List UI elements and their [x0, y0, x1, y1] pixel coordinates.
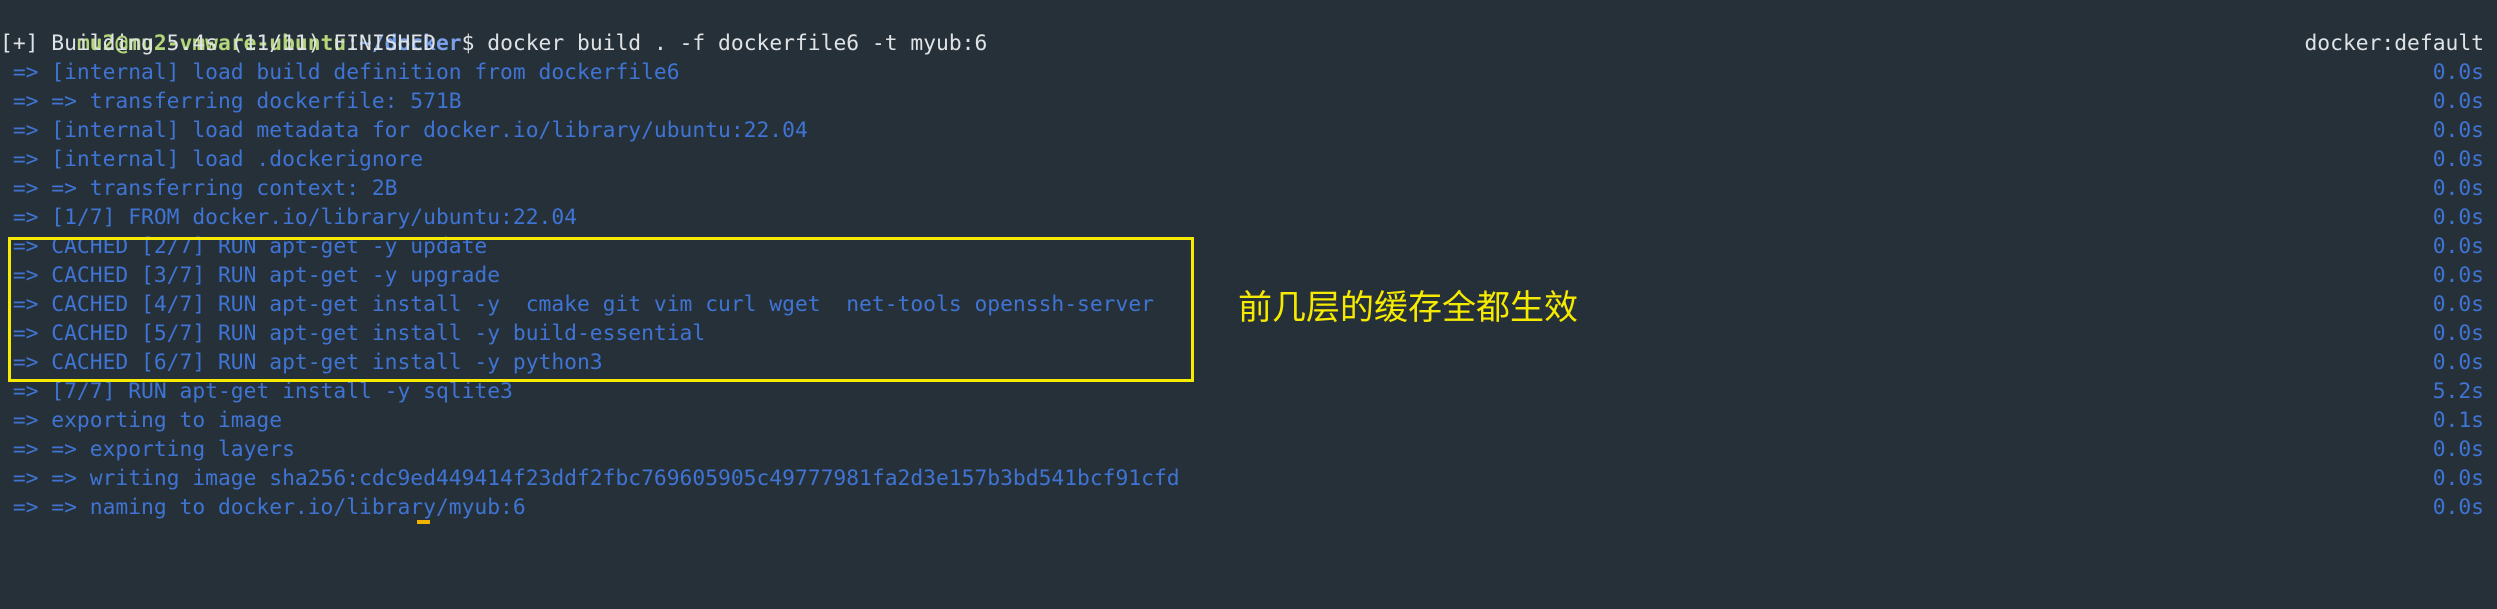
step-time: 0.0s [2432, 292, 2484, 317]
cached-step-line: => CACHED [6/7] RUN apt-get install -y p… [0, 348, 2484, 377]
cached-step-line: => CACHED [3/7] RUN apt-get -y upgrade 0… [0, 261, 2484, 290]
step-line: => => exporting layers 0.0s [0, 435, 2484, 464]
step-line: => [internal] load .dockerignore 0.0s [0, 145, 2484, 174]
step-line: => [1/7] FROM docker.io/library/ubuntu:2… [0, 203, 2484, 232]
step-time: 0.0s [2432, 60, 2484, 85]
step-time: 0.0s [2432, 89, 2484, 114]
step-time: 0.0s [2432, 205, 2484, 230]
step-text: => CACHED [4/7] RUN apt-get install -y c… [0, 292, 1154, 317]
step-line: => [internal] load metadata for docker.i… [0, 116, 2484, 145]
step-text: => CACHED [5/7] RUN apt-get install -y b… [0, 321, 706, 346]
step-line: => exporting to image 0.1s [0, 406, 2484, 435]
step-text: => [internal] load build definition from… [0, 60, 680, 85]
step-time: 0.0s [2432, 263, 2484, 288]
step-time: 0.1s [2432, 408, 2484, 433]
step-text: => => transferring context: 2B [0, 176, 398, 201]
terminal-window[interactable]: mu2@mu2-vmware-ubuntu:~/docker$ docker b… [0, 0, 2497, 524]
step-text: => => naming to docker.io/library/myub:6 [0, 495, 526, 520]
step-line: => => transferring dockerfile: 571B 0.0s [0, 87, 2484, 116]
step-time: 0.0s [2432, 118, 2484, 143]
step-time: 0.0s [2432, 437, 2484, 462]
step-text: => [internal] load metadata for docker.i… [0, 118, 808, 143]
step-line: => => transferring context: 2B 0.0s [0, 174, 2484, 203]
step-text: => exporting to image [0, 408, 283, 433]
prompt-line: mu2@mu2-vmware-ubuntu:~/docker$ docker b… [0, 0, 2484, 56]
step-text: => => exporting layers [0, 437, 295, 462]
step-time: 0.0s [2432, 176, 2484, 201]
build-status: [+] Building 5.4s (11/11) FINISHED [0, 31, 436, 56]
step-line: => => naming to docker.io/library/myub:6… [0, 493, 2484, 522]
step-time: 0.0s [2432, 350, 2484, 375]
step-time: 5.2s [2432, 379, 2484, 404]
step-time: 0.0s [2432, 147, 2484, 172]
step-time: 0.0s [2432, 495, 2484, 520]
step-text: => => transferring dockerfile: 571B [0, 89, 462, 114]
step-text: => [1/7] FROM docker.io/library/ubuntu:2… [0, 205, 577, 230]
step-time: 0.0s [2432, 466, 2484, 491]
step-line: => [internal] load build definition from… [0, 58, 2484, 87]
step-text: => [7/7] RUN apt-get install -y sqlite3 [0, 379, 513, 404]
cached-step-line: => CACHED [2/7] RUN apt-get -y update 0.… [0, 232, 2484, 261]
builder-name: docker:default [2304, 31, 2484, 56]
terminal-cursor [417, 520, 430, 524]
step-time: 0.0s [2432, 234, 2484, 259]
step-text: => CACHED [3/7] RUN apt-get -y upgrade [0, 263, 501, 288]
step-text: => [internal] load .dockerignore [0, 147, 424, 172]
build-status-line: [+] Building 5.4s (11/11) FINISHED docke… [0, 29, 2484, 58]
step-line: => => writing image sha256:cdc9ed449414f… [0, 464, 2484, 493]
step-text: => CACHED [2/7] RUN apt-get -y update [0, 234, 488, 259]
cache-annotation: 前几层的缓存全都生效 [1238, 288, 1578, 328]
step-text: => => writing image sha256:cdc9ed449414f… [0, 466, 1180, 491]
step-time: 0.0s [2432, 321, 2484, 346]
step-line: => [7/7] RUN apt-get install -y sqlite3 … [0, 377, 2484, 406]
step-text: => CACHED [6/7] RUN apt-get install -y p… [0, 350, 603, 375]
